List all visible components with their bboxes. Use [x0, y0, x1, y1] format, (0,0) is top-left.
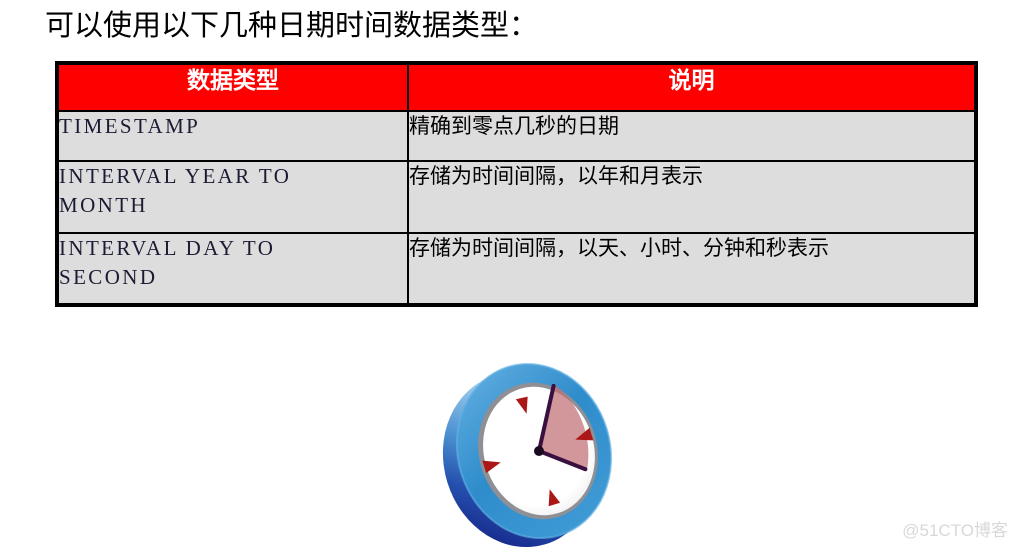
cell-description: 存储为时间间隔，以天、小时、分钟和秒表示 — [407, 232, 977, 306]
datatype-value: INTERVAL DAY TO SECOND — [59, 236, 276, 289]
datatype-table: 数据类型 说明 TIMESTAMP 精确到零点几秒的日期 INTERVAL YE… — [55, 61, 978, 307]
datatype-value: INTERVAL YEAR TO MONTH — [59, 164, 292, 217]
datatype-value: TIMESTAMP — [59, 114, 201, 138]
watermark: @51CTO博客 — [902, 521, 1008, 540]
column-header-description: 说明 — [407, 62, 977, 112]
description-value: 存储为时间间隔，以年和月表示 — [409, 165, 703, 188]
description-value: 精确到零点几秒的日期 — [409, 115, 619, 138]
table-row: INTERVAL YEAR TO MONTH 存储为时间间隔，以年和月表示 — [56, 160, 977, 234]
table-header-row: 数据类型 说明 — [56, 62, 977, 112]
cell-description: 精确到零点几秒的日期 — [407, 110, 977, 162]
cell-description: 存储为时间间隔，以年和月表示 — [407, 160, 977, 234]
cell-datatype: TIMESTAMP — [56, 110, 409, 162]
page-title: 可以使用以下几种日期时间数据类型： — [45, 10, 539, 42]
column-header-type-label: 数据类型 — [187, 67, 279, 93]
table-row: INTERVAL DAY TO SECOND 存储为时间间隔，以天、小时、分钟和… — [56, 232, 977, 306]
column-header-type: 数据类型 — [56, 62, 409, 112]
cell-datatype: INTERVAL YEAR TO MONTH — [56, 160, 409, 234]
clock-illustration — [420, 352, 650, 550]
cell-datatype: INTERVAL DAY TO SECOND — [56, 232, 409, 306]
table-row: TIMESTAMP 精确到零点几秒的日期 — [56, 110, 977, 162]
description-value: 存储为时间间隔，以天、小时、分钟和秒表示 — [409, 237, 829, 260]
clock-center-pin — [534, 446, 544, 456]
clock-icon — [442, 362, 613, 548]
column-header-description-label: 说明 — [668, 67, 715, 93]
